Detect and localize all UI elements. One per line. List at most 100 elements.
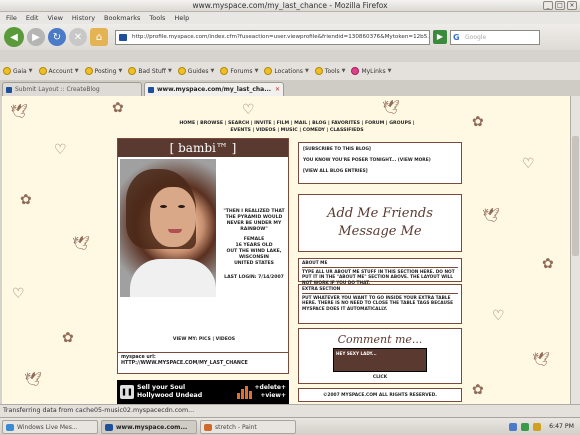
system-tray: 6:47 PM bbox=[509, 422, 580, 431]
bookmark-forums[interactable]: Forums ▼ bbox=[220, 67, 258, 75]
menu-file[interactable]: File bbox=[6, 12, 17, 24]
message-me-text: Message Me bbox=[338, 224, 422, 239]
photo-face bbox=[150, 187, 196, 247]
messenger-tray-icon[interactable] bbox=[521, 422, 530, 431]
taskbar-paint[interactable]: stretch - Paint bbox=[200, 419, 296, 434]
rose-icon: ✿ bbox=[62, 330, 74, 346]
chevron-down-icon: ▼ bbox=[341, 68, 346, 74]
bookmark-account[interactable]: Account ▼ bbox=[38, 67, 79, 75]
chevron-down-icon: ▼ bbox=[387, 68, 392, 74]
volume-icon[interactable] bbox=[533, 422, 542, 431]
rose-icon: ✿ bbox=[542, 256, 554, 272]
bookmark-guides[interactable]: Guides ▼ bbox=[177, 67, 214, 75]
maximize-button[interactable]: □ bbox=[555, 1, 565, 10]
back-icon[interactable]: ◀ bbox=[4, 27, 24, 47]
bird-icon: 🕊 bbox=[72, 236, 90, 252]
scrollbar-thumb[interactable] bbox=[572, 136, 579, 256]
bookmark-posting[interactable]: Posting ▼ bbox=[84, 67, 123, 75]
comment-textarea[interactable]: HEY SEXY LADY... bbox=[333, 348, 427, 372]
tab-strip: Submit Layout :: CreateBlog www.myspace.… bbox=[0, 80, 580, 96]
comments-box: Comment me... HEY SEXY LADY... CLICK bbox=[298, 328, 462, 384]
smiley-icon bbox=[314, 67, 323, 75]
blog-subscribe-link[interactable]: [SUBSCRIBE TO THIS BLOG] bbox=[303, 147, 457, 153]
about-me-section: ABOUT ME TYPE ALL UR ABOUT ME STUFF IN T… bbox=[298, 258, 462, 286]
menu-bookmarks[interactable]: Bookmarks bbox=[104, 12, 140, 24]
menu-edit[interactable]: Edit bbox=[26, 12, 39, 24]
page-viewport: 🕊 ♡ ✿ 🕊 ♡ ✿ 🕊 ✿ ♡ 🕊 ✿ ♡ 🕊 ✿ ♡ 🕊 ✿ HOME |… bbox=[2, 96, 570, 404]
taskbar-firefox[interactable]: www.myspace.com... bbox=[101, 419, 197, 434]
copyright-box: ©2007 MYSPACE.COM ALL RIGHTS RESERVED. bbox=[298, 388, 462, 402]
reload-icon[interactable]: ↻ bbox=[48, 28, 66, 46]
bookmark-gaia[interactable]: Gaia ▼ bbox=[3, 67, 33, 75]
view-pics-link[interactable]: VIEW MY: PICS | VIDEOS bbox=[118, 337, 290, 342]
bookmark-bad-stuff[interactable]: Bad Stuff ▼ bbox=[128, 67, 172, 75]
smiley-icon bbox=[220, 67, 229, 75]
bookmark-locations[interactable]: Locations ▼ bbox=[264, 67, 309, 75]
profile-photo[interactable] bbox=[120, 159, 216, 297]
chevron-down-icon: ▼ bbox=[118, 68, 123, 74]
clock: 6:47 PM bbox=[549, 423, 574, 430]
stop-icon[interactable]: ✕ bbox=[69, 28, 87, 46]
heart-icon bbox=[351, 67, 360, 75]
forward-icon[interactable]: ▶ bbox=[27, 28, 45, 46]
close-tab-icon[interactable]: ✕ bbox=[275, 83, 280, 97]
view-button[interactable]: +view+ bbox=[255, 392, 286, 400]
bookmark-label: Gaia bbox=[13, 67, 27, 75]
bookmark-label: Account bbox=[48, 67, 73, 75]
chevron-down-icon: ▼ bbox=[254, 68, 259, 74]
menu-help[interactable]: Help bbox=[174, 12, 189, 24]
bookmarks-toolbar: Gaia ▼ Account ▼ Posting ▼ Bad Stuff ▼ Guide… bbox=[0, 62, 580, 80]
tab-submit-layout[interactable]: Submit Layout :: CreateBlog bbox=[2, 82, 142, 96]
heart-icon: ♡ bbox=[522, 156, 535, 172]
bookmark-mylinks[interactable]: MyLinks ▼ bbox=[351, 67, 391, 75]
song-info: Sell your Soul Hollywood Undead bbox=[137, 384, 234, 400]
bookmark-tools[interactable]: Tools ▼ bbox=[314, 67, 346, 75]
url-input[interactable]: http://profile.myspace.com/index.cfm?fus… bbox=[115, 29, 430, 45]
smiley-icon bbox=[177, 67, 186, 75]
blog-viewall-link[interactable]: [VIEW ALL BLOG ENTRIES] bbox=[303, 169, 457, 175]
extra-heading: EXTRA SECTION bbox=[302, 287, 458, 294]
pause-icon[interactable]: ❚❚ bbox=[120, 385, 134, 399]
comment-click-link[interactable]: CLICK bbox=[299, 375, 461, 380]
comments-title: Comment me... bbox=[337, 333, 423, 346]
smiley-icon bbox=[3, 67, 11, 75]
myspace-nav: HOME | BROWSE | SEARCH | INVITE | FILM |… bbox=[152, 120, 442, 134]
smiley-icon bbox=[128, 67, 137, 75]
add-me-banner[interactable]: Add Me Friends Message Me bbox=[298, 194, 462, 252]
last-login: LAST LOGIN: 7/14/2007 bbox=[224, 275, 284, 280]
tab-myspace[interactable]: www.myspace.com/my_last_cha... ✕ bbox=[144, 82, 284, 96]
navigation-toolbar: ◀ ▶ ↻ ✕ ⌂ http://profile.myspace.com/ind… bbox=[0, 24, 580, 50]
rose-icon: ✿ bbox=[472, 114, 484, 130]
go-button[interactable]: ▶ bbox=[433, 30, 447, 44]
menu-view[interactable]: View bbox=[47, 12, 62, 24]
nav-links-row1[interactable]: HOME | BROWSE | SEARCH | INVITE | FILM |… bbox=[152, 120, 442, 127]
heart-icon: ♡ bbox=[242, 102, 255, 118]
home-icon[interactable]: ⌂ bbox=[90, 28, 108, 46]
bookmark-label: Guides bbox=[187, 67, 209, 75]
close-button[interactable]: × bbox=[567, 1, 577, 10]
menu-history[interactable]: History bbox=[72, 12, 95, 24]
bookmark-label: Tools bbox=[324, 67, 340, 75]
about-heading: ABOUT ME bbox=[302, 261, 458, 268]
rose-icon: ✿ bbox=[472, 382, 484, 398]
equalizer-icon bbox=[236, 385, 252, 399]
vertical-scrollbar[interactable] bbox=[570, 96, 580, 404]
profile-name: [ bambi™ ] bbox=[118, 139, 288, 157]
music-player: ❚❚ Sell your Soul Hollywood Undead +dele… bbox=[117, 380, 289, 404]
menu-tools[interactable]: Tools bbox=[149, 12, 165, 24]
nav-links-row2[interactable]: EVENTS | VIDEOS | MUSIC | COMEDY | CLASS… bbox=[152, 127, 442, 134]
delete-button[interactable]: +delete+ bbox=[255, 384, 286, 392]
search-input[interactable]: Google bbox=[450, 29, 540, 45]
network-icon[interactable] bbox=[509, 422, 518, 431]
tab-label: Submit Layout :: CreateBlog bbox=[15, 86, 100, 93]
photo-mouth bbox=[168, 229, 182, 233]
chevron-down-icon: ▼ bbox=[167, 68, 172, 74]
taskbar: Windows Live Mes... www.myspace.com... s… bbox=[0, 417, 580, 435]
blog-entry-link[interactable]: YOU KNOW YOU'RE POSER TONIGHT... (VIEW M… bbox=[303, 158, 457, 164]
minimize-button[interactable]: _ bbox=[543, 1, 553, 10]
music-actions: +delete+ +view+ bbox=[255, 384, 289, 400]
tab-label: www.myspace.com/my_last_cha... bbox=[157, 86, 272, 93]
taskbar-live-messenger[interactable]: Windows Live Mes... bbox=[2, 419, 98, 434]
bird-icon: 🕊 bbox=[24, 372, 42, 388]
